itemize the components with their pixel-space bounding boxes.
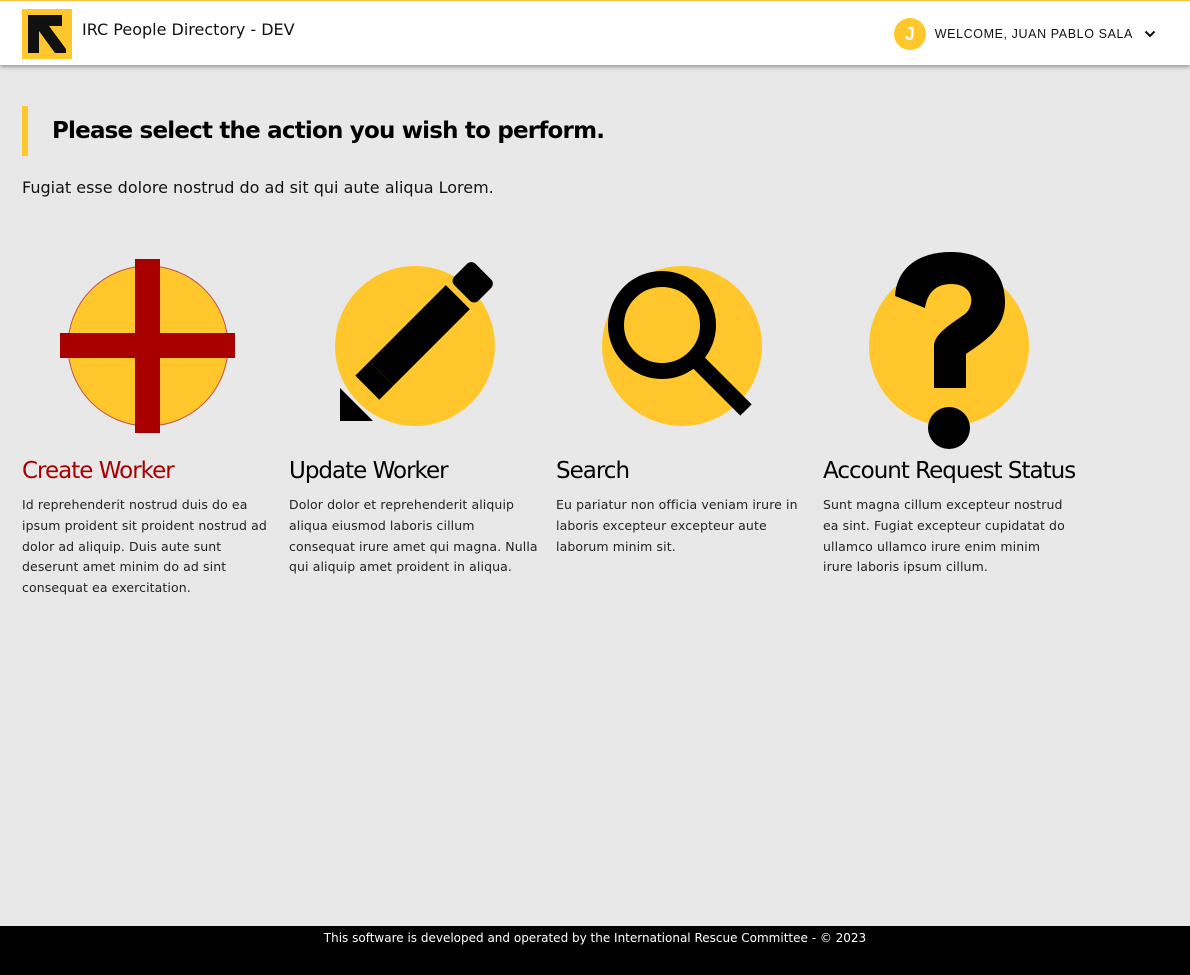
action-title[interactable]: Account Request Status xyxy=(823,458,1076,484)
action-icon-wrap xyxy=(289,246,539,452)
irc-arrow-logo-icon xyxy=(28,15,66,53)
action-description: Sunt magna cillum excepteur nostrud ea s… xyxy=(823,497,1065,575)
action-description: Id reprehenderit nostrud duis do ea ipsu… xyxy=(22,497,267,596)
pencil-icon[interactable] xyxy=(289,246,539,452)
avatar[interactable]: J xyxy=(893,18,926,50)
chevron-down-icon[interactable] xyxy=(1144,30,1156,38)
action-title[interactable]: Update Worker xyxy=(289,458,539,484)
action-description: Eu pariatur non officia veniam irure in … xyxy=(556,497,798,554)
footer: This software is developed and operated … xyxy=(0,926,1190,975)
plus-icon[interactable] xyxy=(22,246,272,452)
action-card-search[interactable]: Search Eu pariatur non officia veniam ir… xyxy=(556,246,806,557)
app-header: IRC People Directory - DEV J WELCOME, JU… xyxy=(0,0,1190,65)
footer-text: This software is developed and operated … xyxy=(323,931,867,945)
page-title: Please select the action you wish to per… xyxy=(52,118,605,144)
action-title[interactable]: Search xyxy=(556,458,806,484)
irc-logo[interactable] xyxy=(22,9,72,59)
action-icon-wrap xyxy=(22,246,272,452)
magnifier-icon[interactable] xyxy=(556,246,806,452)
action-icon-wrap xyxy=(823,246,1073,452)
intro-text: Fugiat esse dolore nostrud do ad sit qui… xyxy=(22,178,494,197)
action-title[interactable]: Create Worker xyxy=(22,458,272,484)
welcome-text: WELCOME, JUAN PABLO SALA xyxy=(934,27,1133,41)
action-card-account-request-status[interactable]: Account Request Status Sunt magna cillum… xyxy=(823,246,1076,578)
action-icon-wrap xyxy=(556,246,806,452)
action-card-update-worker[interactable]: Update Worker Dolor dolor et reprehender… xyxy=(289,246,539,578)
user-menu[interactable]: J WELCOME, JUAN PABLO SALA xyxy=(893,17,1156,51)
action-description: Dolor dolor et reprehenderit aliquip ali… xyxy=(289,497,538,575)
action-card-create-worker[interactable]: Create Worker Id reprehenderit nostrud d… xyxy=(22,246,272,599)
question-mark-icon[interactable] xyxy=(823,246,1073,452)
app-title: IRC People Directory - DEV xyxy=(82,20,295,39)
page-title-block: Please select the action you wish to per… xyxy=(22,106,605,156)
